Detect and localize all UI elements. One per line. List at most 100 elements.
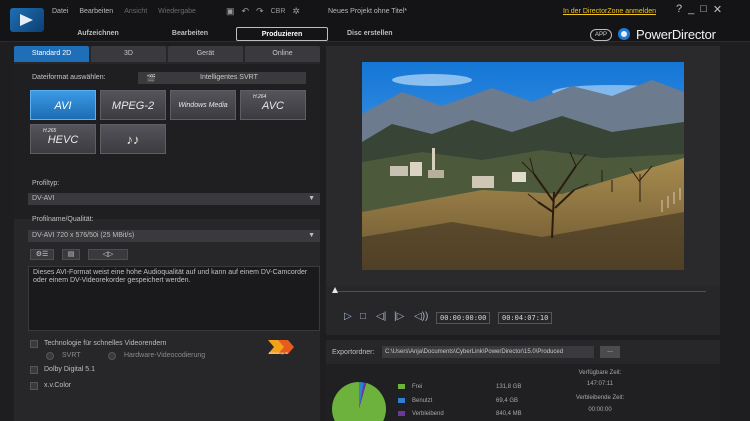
legend-swatch-free: [398, 384, 405, 389]
fast-render-label: Technologie für schnelles Videorendern: [44, 340, 167, 347]
xvcolor-checkbox[interactable]: [30, 382, 38, 390]
legend-value-remaining: 840,4 MB: [496, 411, 522, 417]
xvcolor-label: x.v.Color: [44, 382, 72, 389]
export-folder-input[interactable]: C:\Users\Anja\Documents\CyberLink\PowerD…: [382, 346, 594, 358]
legend-swatch-remaining: [398, 411, 405, 416]
export-folder-label: Exportordner:: [332, 349, 375, 356]
profile-options-button[interactable]: ◁▷: [88, 249, 128, 260]
format-hevc-button[interactable]: H.265 HEVC: [30, 124, 96, 154]
svrt-label: SVRT: [62, 352, 81, 359]
available-time-value: 147:07:11: [586, 381, 614, 387]
hw-encoding-label: Hardware-Videocodierung: [124, 352, 206, 359]
disk-space-info: Frei 131,8 GB Benutzt 69,4 GB Verbleiben…: [326, 364, 720, 421]
file-format-label: Dateiformat auswählen:: [32, 74, 106, 81]
play-icon[interactable]: ▷: [344, 311, 352, 322]
profile-name-select[interactable]: DV-AVI 720 x 576/50i (25 MBit/s) ▼: [28, 230, 320, 242]
browse-folder-button[interactable]: ...: [600, 346, 620, 358]
quick-toolbar: ▣ ↶ ↷ CBR ✲: [226, 6, 300, 18]
remaining-time-label: Verbleibende Zeit:: [575, 395, 625, 401]
title-bar: Datei Bearbeiten Ansicht Wiedergabe ▣ ↶ …: [0, 0, 750, 42]
legend-item-free: Frei: [398, 384, 422, 390]
profile-type-label: Profiltyp:: [32, 180, 60, 187]
disk-usage-pie: [332, 382, 386, 421]
maximize-icon[interactable]: □: [700, 3, 707, 16]
save-icon[interactable]: ▣: [226, 6, 235, 18]
bitrate-label[interactable]: CBR: [271, 6, 286, 18]
undo-icon[interactable]: ↶: [242, 6, 250, 18]
profile-type-select[interactable]: DV-AVI ▼: [28, 193, 320, 205]
previous-frame-icon[interactable]: ◁|: [376, 311, 386, 322]
menu-item-playback[interactable]: Wiedergabe: [158, 8, 196, 15]
close-icon[interactable]: ✕: [713, 3, 722, 16]
app-button[interactable]: APP: [590, 29, 613, 41]
dolby-checkbox[interactable]: [30, 366, 38, 374]
tab-device[interactable]: Gerät: [168, 46, 243, 62]
legend-item-used: Benutzt: [398, 398, 432, 404]
smart-svrt-button[interactable]: 🎬 Intelligentes SVRT: [138, 72, 306, 84]
current-timecode: 00:00:00:00: [436, 312, 491, 324]
tab-produce[interactable]: Produzieren: [236, 27, 328, 41]
tab-capture[interactable]: Aufzeichnen: [52, 27, 144, 41]
new-profile-button[interactable]: ⚙☰: [30, 249, 54, 260]
volume-icon[interactable]: ◁)): [414, 311, 428, 322]
profile-description: Dieses AVI-Format weist eine hohe Audioq…: [28, 266, 320, 331]
technology-badge-icon: Technology ID: [268, 340, 294, 355]
minimize-icon[interactable]: _: [688, 3, 694, 16]
export-panel: Exportordner: C:\Users\Anja\Documents\Cy…: [326, 340, 720, 421]
scrubber-track: [336, 291, 706, 292]
menu-item-edit[interactable]: Bearbeiten: [79, 8, 113, 15]
menu-bar: Datei Bearbeiten Ansicht Wiedergabe: [52, 8, 196, 15]
fast-render-checkbox[interactable]: [30, 340, 38, 348]
preview-panel: ▷ □ ◁| |▷ ◁)) 00:00:00:00 00:04:07:10: [326, 46, 720, 335]
legend-swatch-used: [398, 398, 405, 403]
directorzone-login-link[interactable]: In der DirectorZone anmelden: [563, 8, 656, 15]
remaining-time-value: 00:00:00: [588, 407, 612, 413]
project-title: Neues Projekt ohne Titel*: [328, 8, 407, 15]
dolby-label: Dolby Digital 5.1: [44, 366, 95, 373]
format-windows-media-button[interactable]: Windows Media: [170, 90, 236, 120]
settings-icon[interactable]: ✲: [292, 6, 300, 18]
available-time-label: Verfügbare Zeit:: [578, 370, 622, 376]
playback-controls: ▷ □ ◁| |▷ ◁)) 00:00:00:00 00:04:07:10: [326, 308, 720, 328]
chevron-down-icon: ▼: [308, 232, 315, 239]
legend-item-remaining: Verbleibend: [398, 411, 444, 417]
tab-standard-2d[interactable]: Standard 2D: [14, 46, 89, 62]
technology-badge-text: Technology ID: [269, 351, 289, 355]
help-icon[interactable]: ?: [676, 3, 682, 16]
tab-create-disc[interactable]: Disc erstellen: [347, 30, 393, 37]
video-frame-image: [362, 62, 684, 270]
stop-icon[interactable]: □: [360, 311, 366, 322]
tab-online[interactable]: Online: [245, 46, 320, 62]
edit-profile-button[interactable]: ▤: [62, 249, 80, 260]
tab-edit[interactable]: Bearbeiten: [144, 27, 236, 41]
legend-label-remaining: Verbleibend: [412, 411, 444, 418]
hevc-codec-label: H.265: [43, 128, 57, 134]
svrt-radio[interactable]: [46, 352, 54, 360]
legend-value-used: 69,4 GB: [496, 398, 519, 404]
tab-3d[interactable]: 3D: [91, 46, 166, 62]
format-category-tabs: Standard 2D 3D Gerät Online: [14, 46, 320, 62]
powerdirector-brand-icon: [618, 28, 630, 40]
menu-item-file[interactable]: Datei: [52, 8, 68, 15]
hw-encoding-radio[interactable]: [108, 352, 116, 360]
format-avi-button[interactable]: AVI: [30, 90, 96, 120]
legend-label-used: Benutzt: [412, 398, 433, 405]
format-avc-button[interactable]: H.264 AVC: [240, 90, 306, 120]
powerdirector-logo-icon: [10, 8, 44, 32]
format-mpeg2-button[interactable]: MPEG-2: [100, 90, 166, 120]
avc-codec-label: H.264: [253, 94, 267, 100]
timeline-scrubber[interactable]: [326, 286, 720, 298]
clapper-icon: 🎬: [146, 74, 156, 83]
menu-item-view[interactable]: Ansicht: [124, 8, 147, 15]
mode-tabs: Aufzeichnen Bearbeiten Produzieren: [52, 27, 328, 41]
produce-settings-panel: Standard 2D 3D Gerät Online Dateiformat …: [14, 46, 320, 421]
smart-svrt-label: Intelligentes SVRT: [200, 74, 258, 81]
total-timecode: 00:04:07:10: [498, 312, 553, 324]
playhead-icon[interactable]: [332, 287, 338, 293]
redo-icon[interactable]: ↷: [256, 6, 264, 18]
next-frame-icon[interactable]: |▷: [394, 311, 404, 322]
chevron-down-icon: ▼: [308, 195, 315, 202]
format-audio-button[interactable]: ♪♪: [100, 124, 166, 154]
video-preview-frame: [362, 62, 684, 270]
profile-name-label: Profilname/Qualität:: [32, 216, 94, 223]
